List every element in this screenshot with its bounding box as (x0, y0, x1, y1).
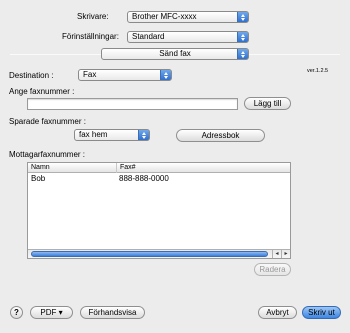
popup-arrows-icon (237, 49, 248, 59)
help-icon[interactable]: ? (10, 306, 23, 319)
presets-popup[interactable]: Standard (127, 31, 249, 43)
table-header: Namn Fax# (28, 163, 290, 173)
recipients-table[interactable]: Namn Fax# Bob 888-888-0000 ◂ ▸ (27, 162, 291, 259)
destination-label: Destination : (9, 71, 54, 80)
popup-arrows-icon (138, 130, 149, 140)
recipients-label: Mottagarfaxnummer : (9, 150, 86, 159)
saved-numbers-label: Sparade faxnummer : (9, 117, 86, 126)
scrollbar-thumb[interactable] (31, 251, 268, 257)
cancel-button[interactable]: Avbryt (258, 306, 297, 319)
pdf-button[interactable]: PDF ▾ (30, 306, 73, 319)
popup-arrows-icon (237, 32, 248, 42)
version-text: ver.1.2.5 (307, 68, 329, 74)
popup-arrows-icon (237, 12, 248, 22)
printer-popup[interactable]: Brother MFC-xxxx (127, 11, 249, 23)
horizontal-scrollbar[interactable]: ◂ ▸ (28, 249, 290, 258)
address-book-button[interactable]: Adressbok (176, 129, 265, 142)
popup-arrows-icon (160, 70, 171, 80)
row-fax: 888-888-0000 (119, 174, 169, 183)
delete-button[interactable]: Radera (254, 263, 291, 276)
row-name: Bob (31, 174, 46, 183)
printer-label: Skrivare: (77, 12, 109, 21)
preview-button[interactable]: Förhandsvisa (80, 306, 145, 319)
print-button[interactable]: Skriv ut (302, 306, 341, 319)
enter-number-label: Ange faxnummer : (9, 87, 75, 96)
panel-popup[interactable]: Sänd fax (101, 48, 249, 60)
scroll-left-icon[interactable]: ◂ (272, 250, 281, 258)
destination-value: Fax (83, 70, 97, 79)
presets-label: Förinställningar: (62, 32, 119, 41)
presets-value: Standard (132, 32, 165, 41)
column-header-name[interactable]: Namn (28, 163, 116, 173)
table-row[interactable]: Bob 888-888-0000 (28, 174, 290, 184)
panel-value: Sänd fax (159, 49, 191, 58)
add-button[interactable]: Lägg till (244, 97, 291, 110)
column-header-fax[interactable]: Fax# (116, 163, 290, 173)
saved-numbers-popup[interactable]: fax hem (74, 129, 150, 141)
fax-number-input[interactable] (27, 98, 238, 110)
scroll-right-icon[interactable]: ▸ (281, 250, 290, 258)
destination-popup[interactable]: Fax (78, 69, 172, 81)
printer-value: Brother MFC-xxxx (132, 12, 197, 21)
saved-numbers-value: fax hem (79, 130, 108, 139)
